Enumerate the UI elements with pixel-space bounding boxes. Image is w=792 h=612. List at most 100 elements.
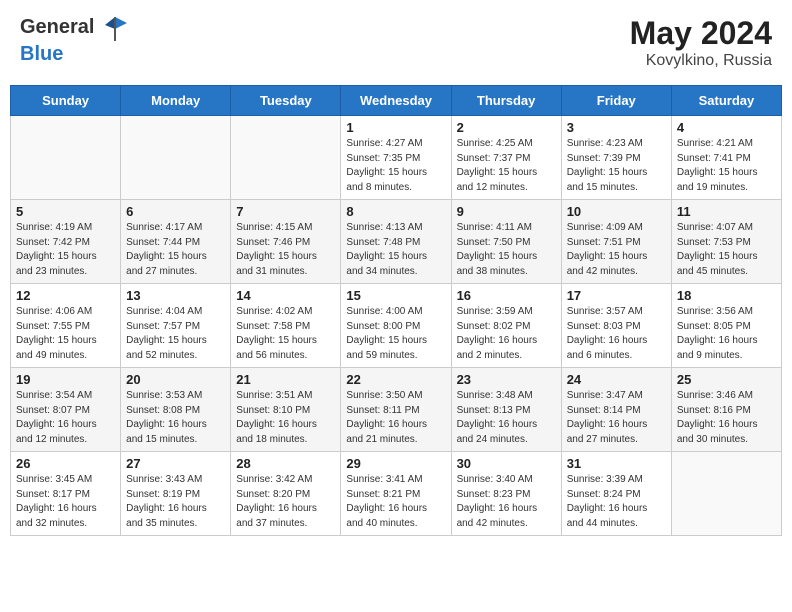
day-info: Sunrise: 3:50 AM Sunset: 8:11 PM Dayligh… <box>346 389 445 447</box>
day-info: Sunrise: 4:07 AM Sunset: 7:53 PM Dayligh… <box>677 221 776 279</box>
day-info: Sunrise: 3:57 AM Sunset: 8:03 PM Dayligh… <box>567 305 666 363</box>
weekday-tuesday: Tuesday <box>231 86 341 116</box>
calendar-cell: 2 Sunrise: 4:25 AM Sunset: 7:37 PM Daylig… <box>451 116 561 200</box>
calendar-cell: 11 Sunrise: 4:07 AM Sunset: 7:53 PM Dayli… <box>671 200 781 284</box>
day-info: Sunrise: 3:48 AM Sunset: 8:13 PM Dayligh… <box>457 389 556 447</box>
day-number: 21 <box>236 372 335 387</box>
day-number: 31 <box>567 456 666 471</box>
day-number: 12 <box>16 288 115 303</box>
day-number: 18 <box>677 288 776 303</box>
calendar-cell: 14 Sunrise: 4:02 AM Sunset: 7:58 PM Dayli… <box>231 284 341 368</box>
day-number: 13 <box>126 288 225 303</box>
day-info: Sunrise: 4:15 AM Sunset: 7:46 PM Dayligh… <box>236 221 335 279</box>
calendar-cell: 26 Sunrise: 3:45 AM Sunset: 8:17 PM Dayli… <box>11 452 121 536</box>
calendar-cell <box>121 116 231 200</box>
calendar-cell: 24 Sunrise: 3:47 AM Sunset: 8:14 PM Dayli… <box>561 368 671 452</box>
calendar-cell: 10Sunrise: 4:09 AM Sunset: 7:51 PM Dayli… <box>561 200 671 284</box>
day-number: 22 <box>346 372 445 387</box>
day-number: 7 <box>236 204 335 219</box>
logo-flag-icon <box>101 15 129 43</box>
calendar-cell: 7 Sunrise: 4:15 AM Sunset: 7:46 PM Daylig… <box>231 200 341 284</box>
day-info: Sunrise: 4:25 AM Sunset: 7:37 PM Dayligh… <box>457 137 556 195</box>
day-info: Sunrise: 3:46 AM Sunset: 8:16 PM Dayligh… <box>677 389 776 447</box>
day-number: 26 <box>16 456 115 471</box>
page-header: General Blue May 2024 Kovylkino, Russia <box>10 10 782 75</box>
day-number: 10 <box>567 204 666 219</box>
logo-blue: Blue <box>20 43 63 65</box>
day-number: 6 <box>126 204 225 219</box>
calendar-location: Kovylkino, Russia <box>630 52 772 70</box>
day-info: Sunrise: 4:23 AM Sunset: 7:39 PM Dayligh… <box>567 137 666 195</box>
day-info: Sunrise: 3:56 AM Sunset: 8:05 PM Dayligh… <box>677 305 776 363</box>
day-info: Sunrise: 3:39 AM Sunset: 8:24 PM Dayligh… <box>567 473 666 531</box>
weekday-monday: Monday <box>121 86 231 116</box>
day-number: 29 <box>346 456 445 471</box>
calendar-cell: 19 Sunrise: 3:54 AM Sunset: 8:07 PM Dayli… <box>11 368 121 452</box>
day-info: Sunrise: 3:47 AM Sunset: 8:14 PM Dayligh… <box>567 389 666 447</box>
calendar-cell: 29Sunrise: 3:41 AM Sunset: 8:21 PM Dayli… <box>341 452 451 536</box>
day-info: Sunrise: 3:51 AM Sunset: 8:10 PM Dayligh… <box>236 389 335 447</box>
day-number: 1 <box>346 120 445 135</box>
calendar-cell: 1 Sunrise: 4:27 AM Sunset: 7:35 PM Daylig… <box>341 116 451 200</box>
week-row-4: 19 Sunrise: 3:54 AM Sunset: 8:07 PM Dayli… <box>11 368 782 452</box>
day-number: 11 <box>677 204 776 219</box>
calendar-cell: 21 Sunrise: 3:51 AM Sunset: 8:10 PM Dayli… <box>231 368 341 452</box>
calendar-cell: 8 Sunrise: 4:13 AM Sunset: 7:48 PM Daylig… <box>341 200 451 284</box>
calendar-cell: 4 Sunrise: 4:21 AM Sunset: 7:41 PM Daylig… <box>671 116 781 200</box>
weekday-sunday: Sunday <box>11 86 121 116</box>
weekday-friday: Friday <box>561 86 671 116</box>
calendar-cell: 6 Sunrise: 4:17 AM Sunset: 7:44 PM Daylig… <box>121 200 231 284</box>
day-info: Sunrise: 3:54 AM Sunset: 8:07 PM Dayligh… <box>16 389 115 447</box>
day-number: 20 <box>126 372 225 387</box>
calendar-cell <box>231 116 341 200</box>
calendar-cell: 15 Sunrise: 4:00 AM Sunset: 8:00 PM Dayli… <box>341 284 451 368</box>
calendar-cell: 18 Sunrise: 3:56 AM Sunset: 8:05 PM Dayli… <box>671 284 781 368</box>
day-number: 15 <box>346 288 445 303</box>
day-number: 19 <box>16 372 115 387</box>
calendar-cell: 3 Sunrise: 4:23 AM Sunset: 7:39 PM Daylig… <box>561 116 671 200</box>
day-info: Sunrise: 4:04 AM Sunset: 7:57 PM Dayligh… <box>126 305 225 363</box>
day-number: 23 <box>457 372 556 387</box>
day-number: 8 <box>346 204 445 219</box>
calendar-title: May 2024 <box>630 15 772 52</box>
day-number: 4 <box>677 120 776 135</box>
calendar-cell: 13 Sunrise: 4:04 AM Sunset: 7:57 PM Dayli… <box>121 284 231 368</box>
day-info: Sunrise: 3:42 AM Sunset: 8:20 PM Dayligh… <box>236 473 335 531</box>
day-info: Sunrise: 4:13 AM Sunset: 7:48 PM Dayligh… <box>346 221 445 279</box>
day-info: Sunrise: 4:06 AM Sunset: 7:55 PM Dayligh… <box>16 305 115 363</box>
calendar-cell: 12 Sunrise: 4:06 AM Sunset: 7:55 PM Dayli… <box>11 284 121 368</box>
day-number: 5 <box>16 204 115 219</box>
weekday-thursday: Thursday <box>451 86 561 116</box>
day-number: 24 <box>567 372 666 387</box>
day-info: Sunrise: 4:21 AM Sunset: 7:41 PM Dayligh… <box>677 137 776 195</box>
day-info: Sunrise: 4:27 AM Sunset: 7:35 PM Dayligh… <box>346 137 445 195</box>
calendar-cell: 16Sunrise: 3:59 AM Sunset: 8:02 PM Dayli… <box>451 284 561 368</box>
calendar-cell <box>11 116 121 200</box>
day-info: Sunrise: 3:45 AM Sunset: 8:17 PM Dayligh… <box>16 473 115 531</box>
day-number: 28 <box>236 456 335 471</box>
calendar-cell: 28 Sunrise: 3:42 AM Sunset: 8:20 PM Dayli… <box>231 452 341 536</box>
day-number: 2 <box>457 120 556 135</box>
day-info: Sunrise: 3:59 AM Sunset: 8:02 PM Dayligh… <box>457 305 556 363</box>
day-info: Sunrise: 4:02 AM Sunset: 7:58 PM Dayligh… <box>236 305 335 363</box>
calendar-cell: 22 Sunrise: 3:50 AM Sunset: 8:11 PM Dayli… <box>341 368 451 452</box>
calendar-cell: 23 Sunrise: 3:48 AM Sunset: 8:13 PM Dayli… <box>451 368 561 452</box>
day-number: 14 <box>236 288 335 303</box>
day-number: 25 <box>677 372 776 387</box>
calendar-cell: 9Sunrise: 4:11 AM Sunset: 7:50 PM Daylig… <box>451 200 561 284</box>
day-info: Sunrise: 3:43 AM Sunset: 8:19 PM Dayligh… <box>126 473 225 531</box>
calendar-cell: 30Sunrise: 3:40 AM Sunset: 8:23 PM Dayli… <box>451 452 561 536</box>
week-row-5: 26 Sunrise: 3:45 AM Sunset: 8:17 PM Dayli… <box>11 452 782 536</box>
day-number: 17 <box>567 288 666 303</box>
week-row-3: 12 Sunrise: 4:06 AM Sunset: 7:55 PM Dayli… <box>11 284 782 368</box>
day-info: Sunrise: 4:17 AM Sunset: 7:44 PM Dayligh… <box>126 221 225 279</box>
calendar-cell: 27Sunrise: 3:43 AM Sunset: 8:19 PM Dayli… <box>121 452 231 536</box>
calendar-table: SundayMondayTuesdayWednesdayThursdayFrid… <box>10 85 782 536</box>
logo: General Blue <box>20 15 129 66</box>
day-number: 30 <box>457 456 556 471</box>
day-number: 3 <box>567 120 666 135</box>
day-info: Sunrise: 3:53 AM Sunset: 8:08 PM Dayligh… <box>126 389 225 447</box>
day-info: Sunrise: 4:00 AM Sunset: 8:00 PM Dayligh… <box>346 305 445 363</box>
calendar-cell: 5Sunrise: 4:19 AM Sunset: 7:42 PM Daylig… <box>11 200 121 284</box>
day-number: 9 <box>457 204 556 219</box>
